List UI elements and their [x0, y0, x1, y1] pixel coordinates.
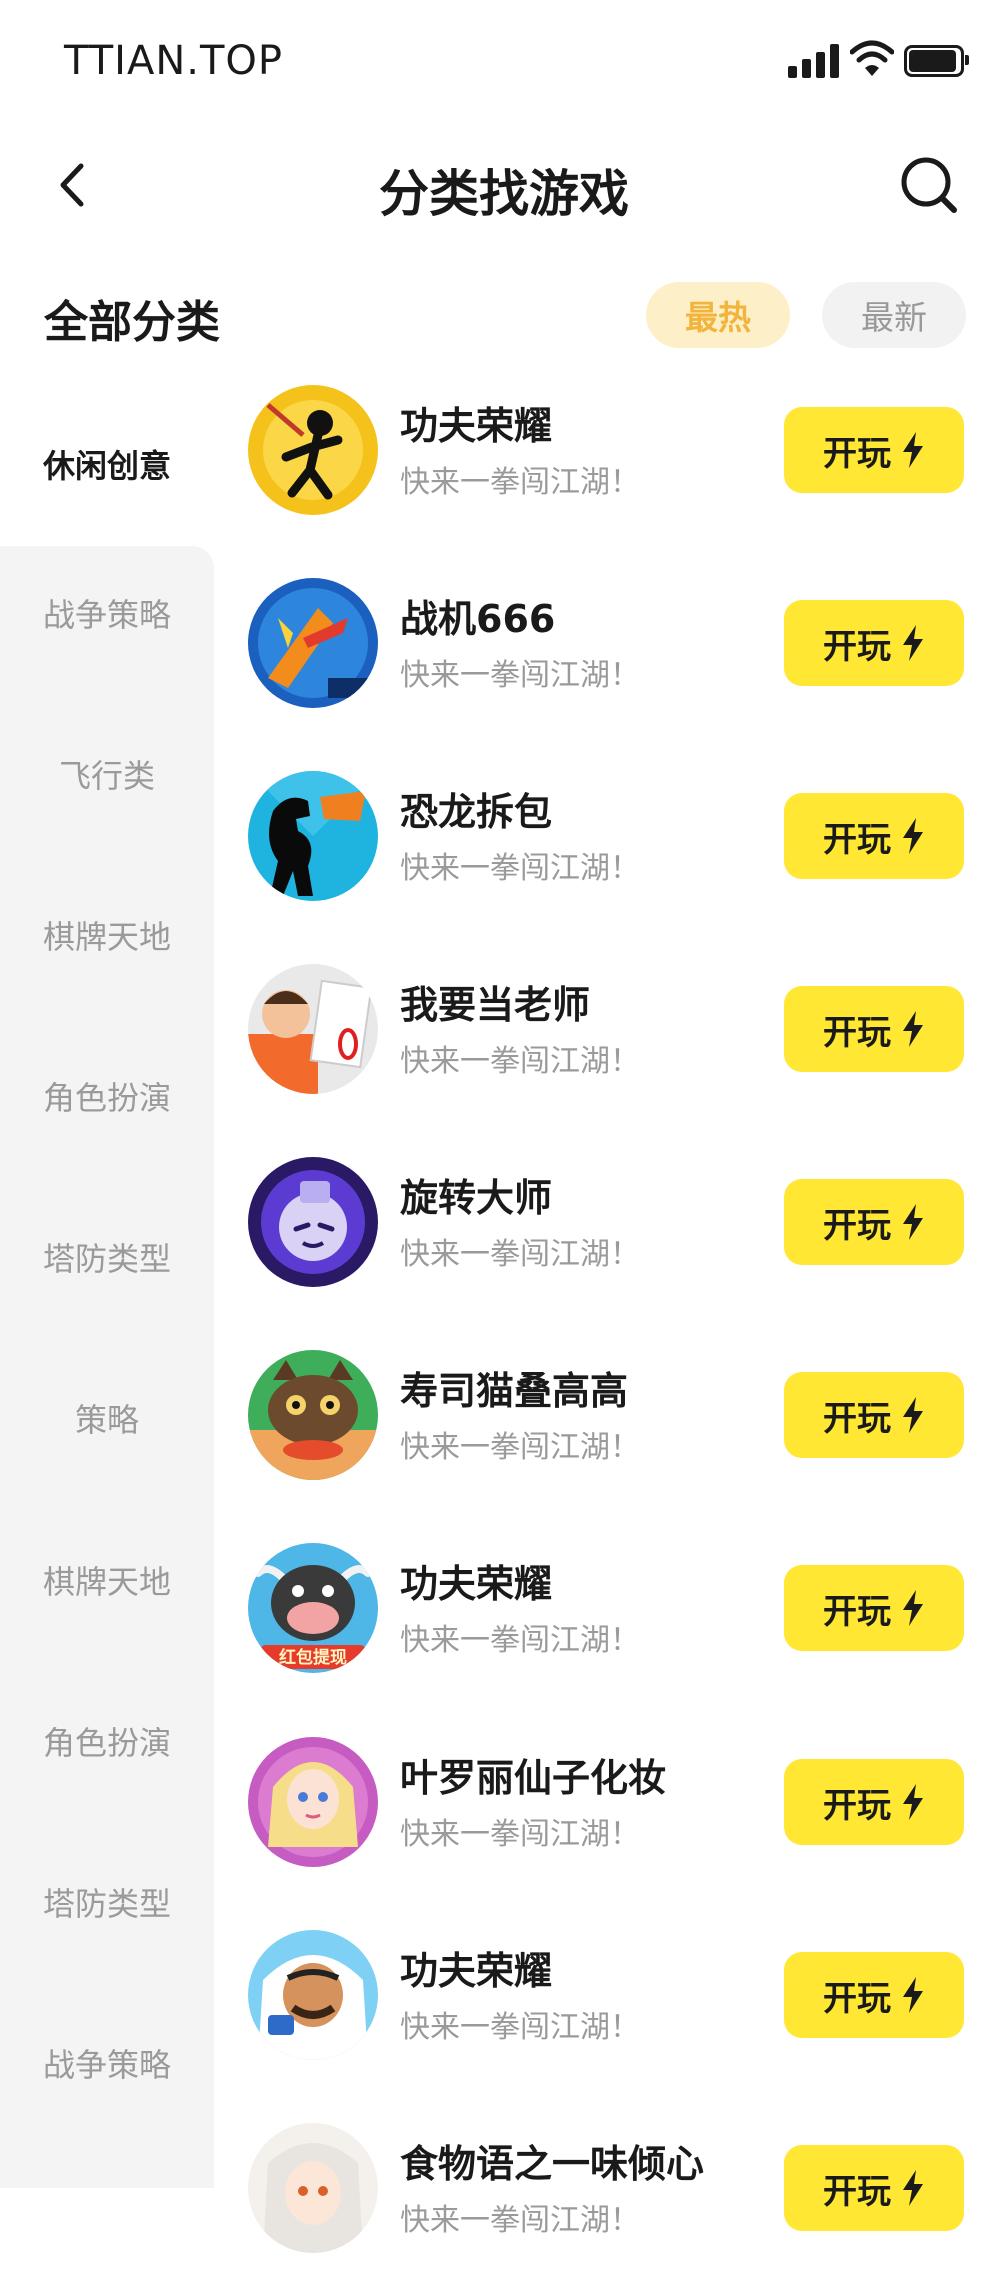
- sidebar-item-flight[interactable]: 飞行类: [0, 736, 214, 816]
- game-name: 恐龙拆包: [400, 790, 553, 834]
- game-item[interactable]: 功夫荣耀 快来一拳闯江湖！ 开玩: [248, 385, 978, 535]
- game-item[interactable]: 红包提现 功夫荣耀 快来一拳闯江湖！ 开玩: [248, 1543, 978, 1693]
- lightning-icon: [903, 1011, 923, 1047]
- all-categories-heading: 全部分类: [44, 297, 220, 348]
- search-button[interactable]: [898, 154, 960, 216]
- header: 分类找游戏: [0, 130, 1008, 240]
- game-name: 旋转大师: [400, 1176, 553, 1220]
- sidebar-item-board-card-2[interactable]: 棋牌天地: [0, 1542, 214, 1622]
- sidebar-item-war-strategy[interactable]: 战争策略: [0, 575, 214, 655]
- game-desc: 快来一拳闯江湖！: [400, 2010, 640, 2045]
- sidebar-item-strategy[interactable]: 策略: [0, 1380, 214, 1460]
- wifi-icon: [849, 40, 895, 78]
- game-name: 战机666: [400, 597, 556, 641]
- lightning-icon: [903, 1397, 923, 1433]
- sidebar-item-board-card[interactable]: 棋牌天地: [0, 897, 214, 977]
- game-icon-bull: 红包提现: [248, 1543, 378, 1673]
- play-label: 开玩: [823, 2171, 891, 2212]
- game-icon-spinner: [248, 1157, 378, 1287]
- play-button[interactable]: 开玩: [784, 793, 964, 879]
- game-item[interactable]: 叶罗丽仙子化妆 快来一拳闯江湖！ 开玩: [248, 1737, 978, 1887]
- icon-banner-text: 红包提现: [279, 1647, 347, 1668]
- game-icon-stickman: [248, 385, 378, 515]
- play-button[interactable]: 开玩: [784, 1565, 964, 1651]
- game-icon-fighter-jet: [248, 578, 378, 708]
- game-desc: 快来一拳闯江湖！: [400, 465, 640, 500]
- game-name: 寿司猫叠高高: [400, 1369, 629, 1413]
- play-button[interactable]: 开玩: [784, 1952, 964, 2038]
- sidebar-item-casual[interactable]: 休闲创意: [0, 426, 214, 506]
- play-label: 开玩: [823, 626, 891, 667]
- game-item[interactable]: 我要当老师 快来一拳闯江湖！ 开玩: [248, 964, 978, 1114]
- game-icon-sheikh: [248, 1930, 378, 2060]
- game-desc: 快来一拳闯江湖！: [400, 851, 640, 886]
- play-label: 开玩: [823, 1398, 891, 1439]
- game-desc: 快来一拳闯江湖！: [400, 2203, 640, 2238]
- play-button[interactable]: 开玩: [784, 1759, 964, 1845]
- game-item[interactable]: 寿司猫叠高高 快来一拳闯江湖！ 开玩: [248, 1350, 978, 1500]
- play-button[interactable]: 开玩: [784, 600, 964, 686]
- sort-new-tab[interactable]: 最新: [822, 282, 966, 348]
- game-item[interactable]: 战机666 快来一拳闯江湖！ 开玩: [248, 578, 978, 728]
- lightning-icon: [903, 1204, 923, 1240]
- play-button[interactable]: 开玩: [784, 1372, 964, 1458]
- game-name: 功夫荣耀: [400, 1562, 553, 1606]
- category-sidebar: 休闲创意 战争策略 飞行类 棋牌天地 角色扮演 塔防类型 策略 棋牌天地 角色扮…: [0, 380, 214, 2188]
- lightning-icon: [903, 432, 923, 468]
- game-icon-fairy-makeup: [248, 1737, 378, 1867]
- game-icon-food-fantasy: [248, 2123, 378, 2253]
- play-label: 开玩: [823, 1012, 891, 1053]
- game-desc: 快来一拳闯江湖！: [400, 1623, 640, 1658]
- lightning-icon: [903, 2170, 923, 2206]
- game-name: 功夫荣耀: [400, 404, 553, 448]
- game-name: 叶罗丽仙子化妆: [400, 1756, 667, 1800]
- carrier-label: TTIAN.TOP: [64, 38, 283, 84]
- sidebar-item-tower-defense-2[interactable]: 塔防类型: [0, 1864, 214, 1944]
- game-icon-sushi-cat: [248, 1350, 378, 1480]
- sidebar-item-war-strategy-2[interactable]: 战争策略: [0, 2025, 214, 2105]
- game-icon-teacher: [248, 964, 378, 1094]
- play-button[interactable]: 开玩: [784, 407, 964, 493]
- play-label: 开玩: [823, 1978, 891, 2019]
- sidebar-item-roleplay[interactable]: 角色扮演: [0, 1058, 214, 1138]
- game-item[interactable]: 恐龙拆包 快来一拳闯江湖！ 开玩: [248, 771, 978, 921]
- sidebar-item-roleplay-2[interactable]: 角色扮演: [0, 1703, 214, 1783]
- game-name: 食物语之一味倾心: [400, 2142, 705, 2186]
- game-name: 我要当老师: [400, 983, 591, 1027]
- game-icon-dinosaur: [248, 771, 378, 901]
- search-icon: [901, 157, 957, 213]
- play-label: 开玩: [823, 1205, 891, 1246]
- play-label: 开玩: [823, 1591, 891, 1632]
- game-desc: 快来一拳闯江湖！: [400, 1044, 640, 1079]
- game-item[interactable]: 功夫荣耀 快来一拳闯江湖！ 开玩: [248, 1930, 978, 2080]
- status-bar: TTIAN.TOP: [0, 0, 1008, 120]
- lightning-icon: [903, 818, 923, 854]
- signal-icon: [788, 44, 840, 78]
- play-button[interactable]: 开玩: [784, 1179, 964, 1265]
- sidebar-item-tower-defense[interactable]: 塔防类型: [0, 1219, 214, 1299]
- sort-hot-tab[interactable]: 最热: [646, 282, 790, 348]
- play-button[interactable]: 开玩: [784, 2145, 964, 2231]
- game-desc: 快来一拳闯江湖！: [400, 1817, 640, 1852]
- game-item[interactable]: 食物语之一味倾心 快来一拳闯江湖！ 开玩: [248, 2123, 978, 2273]
- play-button[interactable]: 开玩: [784, 986, 964, 1072]
- game-item[interactable]: 旋转大师 快来一拳闯江湖！ 开玩: [248, 1157, 978, 1307]
- lightning-icon: [903, 1784, 923, 1820]
- game-name: 功夫荣耀: [400, 1949, 553, 1993]
- play-label: 开玩: [823, 433, 891, 474]
- game-desc: 快来一拳闯江湖！: [400, 1237, 640, 1272]
- play-label: 开玩: [823, 1785, 891, 1826]
- game-desc: 快来一拳闯江湖！: [400, 1430, 640, 1465]
- battery-icon: [904, 45, 969, 77]
- lightning-icon: [903, 1977, 923, 2013]
- lightning-icon: [903, 1590, 923, 1626]
- lightning-icon: [903, 625, 923, 661]
- game-desc: 快来一拳闯江湖！: [400, 658, 640, 693]
- play-label: 开玩: [823, 819, 891, 860]
- page-title: 分类找游戏: [379, 165, 629, 223]
